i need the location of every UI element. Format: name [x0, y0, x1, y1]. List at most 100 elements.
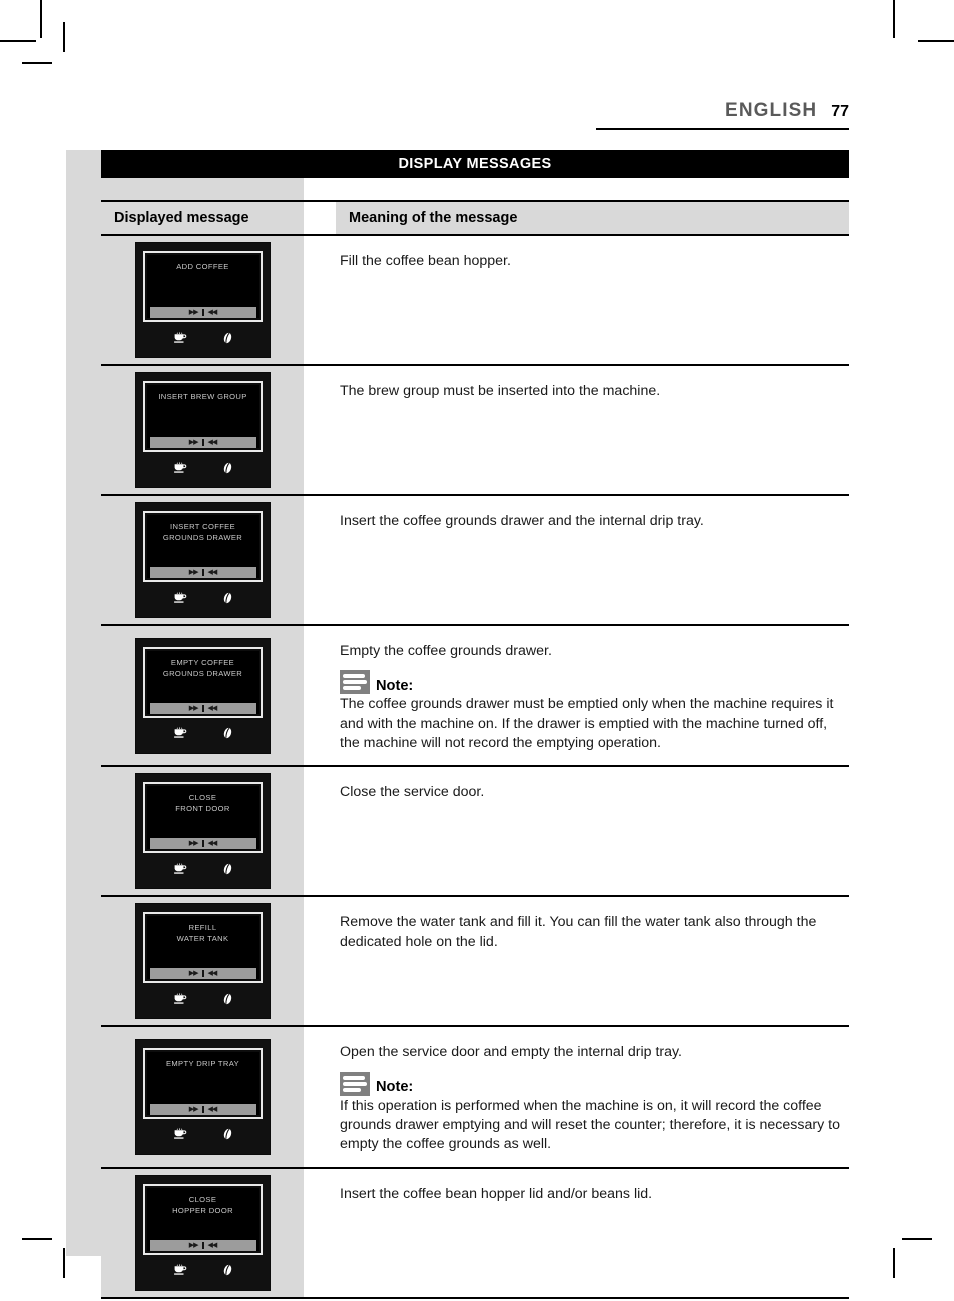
meaning-text: Remove the water tank and fill it. You c… [340, 914, 817, 950]
fast-forward-icon: ▶▶ [188, 1105, 199, 1113]
display-messages-table: DISPLAY MESSAGES Displayed message Meani… [101, 150, 849, 1299]
crop-mark-bl-h [22, 1238, 52, 1240]
meaning-text: The brew group must be inserted into the… [340, 383, 661, 399]
crop-mark-tl2-v [63, 22, 65, 52]
crop-mark-tr-h [918, 40, 954, 42]
table-row: CLOSE HOPPER DOOR ▶▶ ◀◀ Insert the coffee be… [101, 1168, 849, 1299]
coffee-cup-icon [174, 331, 187, 343]
display-bezel: EMPTY DRIP TRAY ▶▶ ◀◀ [142, 1047, 263, 1119]
column-header-right-cell: Meaning of the message [336, 202, 849, 234]
row-spacer [304, 767, 336, 896]
note-icon [340, 1071, 370, 1096]
nav-divider-icon [201, 309, 204, 316]
displayed-message-cell: CLOSE HOPPER DOOR ▶▶ ◀◀ [101, 1168, 304, 1297]
meaning-text: Close the service door. [340, 784, 485, 801]
display-message-line-2: WATER TANK [176, 934, 229, 944]
display-screen: ADD COFFEE ▶▶ ◀◀ [146, 255, 259, 318]
display-message-line-2: GROUNDS DRAWER [162, 668, 243, 678]
display-message-lines: EMPTY DRIP TRAY [150, 1058, 256, 1100]
display-message-line-1: INSERT COFFEE [169, 522, 236, 531]
displayed-message-cell: REFILL WATER TANK ▶▶ ◀◀ [101, 897, 304, 1026]
row-spacer [304, 626, 336, 766]
display-button-row [143, 1119, 263, 1150]
nav-divider-icon [201, 569, 204, 576]
table-row: EMPTY COFFEE GROUNDS DRAWER ▶▶ ◀◀ Empty the … [101, 626, 849, 768]
displayed-message-cell: EMPTY COFFEE GROUNDS DRAWER ▶▶ ◀◀ [101, 626, 304, 766]
table-row: EMPTY DRIP TRAY ▶▶ ◀◀ Open the service door… [101, 1027, 849, 1169]
display-message-lines: INSERT COFFEE GROUNDS DRAWER [150, 521, 256, 563]
coffee-cup-icon [174, 862, 187, 874]
coffee-cup-icon [174, 461, 187, 473]
nav-divider-icon [201, 970, 204, 978]
coffee-bean-icon [223, 727, 232, 739]
display-message-line-1: EMPTY DRIP TRAY [165, 1058, 240, 1068]
coffee-bean-icon [223, 1264, 232, 1276]
displayed-message-cell: ADD COFFEE ▶▶ ◀◀ [101, 236, 304, 364]
display-message-lines: INSERT BREW GROUP [150, 391, 256, 433]
crop-mark-br-h [902, 1238, 932, 1240]
display-message-line-2: HOPPER DOOR [172, 1205, 233, 1215]
fast-forward-icon: ▶▶ [188, 970, 199, 978]
meaning-text: Open the service door and empty the inte… [340, 1044, 682, 1061]
machine-display-graphic: REFILL WATER TANK ▶▶ ◀◀ [134, 903, 271, 1020]
rewind-icon: ◀◀ [207, 970, 218, 978]
rewind-icon: ◀◀ [207, 569, 218, 576]
display-screen: EMPTY COFFEE GROUNDS DRAWER ▶▶ ◀◀ [146, 650, 259, 714]
display-message-line-1: CLOSE [188, 793, 217, 803]
displayed-message-cell: CLOSE FRONT DOOR ▶▶ ◀◀ [101, 767, 304, 896]
table-gap-row [101, 178, 849, 200]
rewind-icon: ◀◀ [207, 1105, 218, 1113]
header-language: ENGLISH [725, 100, 818, 121]
gap-right [304, 178, 849, 200]
coffee-bean-icon [223, 993, 232, 1004]
note-text: The coffee grounds drawer must be emptie… [340, 696, 834, 751]
fast-forward-icon: ▶▶ [188, 569, 199, 576]
display-button-row [143, 322, 263, 353]
fast-forward-icon: ▶▶ [188, 1241, 199, 1249]
displayed-message-cell: INSERT COFFEE GROUNDS DRAWER ▶▶ ◀◀ [101, 496, 304, 624]
column-header-displayed-message: Displayed message [114, 210, 249, 226]
nav-divider-icon [201, 704, 204, 712]
column-header-spacer [304, 202, 336, 234]
column-header-left-cell: Displayed message [101, 202, 304, 234]
note-text: If this operation is performed when the … [340, 1097, 840, 1153]
fast-forward-icon: ▶▶ [188, 309, 199, 316]
display-screen: EMPTY DRIP TRAY ▶▶ ◀◀ [146, 1051, 259, 1115]
rewind-icon: ◀◀ [207, 439, 218, 446]
display-message-lines: EMPTY COFFEE GROUNDS DRAWER [150, 657, 256, 699]
meaning-cell: Empty the coffee grounds drawer. Note: The… [336, 626, 849, 766]
display-navigation-bar: ▶▶ ◀◀ [149, 1239, 256, 1251]
display-navigation-bar: ▶▶ ◀◀ [149, 1103, 256, 1115]
table-row: INSERT BREW GROUP ▶▶ ◀◀ The brew group must… [101, 366, 849, 496]
table-row: CLOSE FRONT DOOR ▶▶ ◀◀ Close the service doo… [101, 767, 849, 898]
display-screen: REFILL WATER TANK ▶▶ ◀◀ [146, 916, 259, 980]
display-bezel: REFILL WATER TANK ▶▶ ◀◀ [142, 912, 263, 984]
display-message-lines: REFILL WATER TANK [150, 922, 256, 964]
display-button-row [143, 582, 263, 613]
row-spacer [304, 236, 336, 364]
gap-left [101, 178, 304, 200]
rewind-icon: ◀◀ [207, 840, 218, 848]
display-bezel: CLOSE FRONT DOOR ▶▶ ◀◀ [142, 782, 263, 854]
meaning-text: Fill the coffee bean hopper. [340, 253, 511, 269]
meaning-text: Empty the coffee grounds drawer. [340, 643, 552, 659]
display-bezel: INSERT BREW GROUP ▶▶ ◀◀ [142, 381, 263, 452]
display-button-row [143, 1255, 263, 1286]
display-bezel: EMPTY COFFEE GROUNDS DRAWER ▶▶ ◀◀ [142, 646, 263, 718]
nav-divider-icon [201, 439, 204, 446]
rewind-icon: ◀◀ [207, 704, 218, 712]
display-bezel: CLOSE HOPPER DOOR ▶▶ ◀◀ [142, 1183, 263, 1255]
coffee-bean-icon [223, 332, 232, 343]
display-bezel: INSERT COFFEE GROUNDS DRAWER ▶▶ ◀◀ [142, 511, 263, 582]
display-button-row [143, 452, 263, 483]
coffee-cup-icon [174, 1128, 187, 1140]
display-button-row [143, 718, 263, 749]
meaning-cell: The brew group must be inserted into the… [336, 366, 849, 494]
display-message-line-2: GROUNDS DRAWER [162, 533, 243, 542]
table-title: DISPLAY MESSAGES [398, 156, 552, 172]
display-screen: INSERT BREW GROUP ▶▶ ◀◀ [146, 385, 259, 448]
rewind-icon: ◀◀ [207, 309, 218, 316]
fast-forward-icon: ▶▶ [188, 439, 199, 446]
display-message-lines: ADD COFFEE [150, 261, 256, 303]
header-rule [596, 128, 849, 130]
